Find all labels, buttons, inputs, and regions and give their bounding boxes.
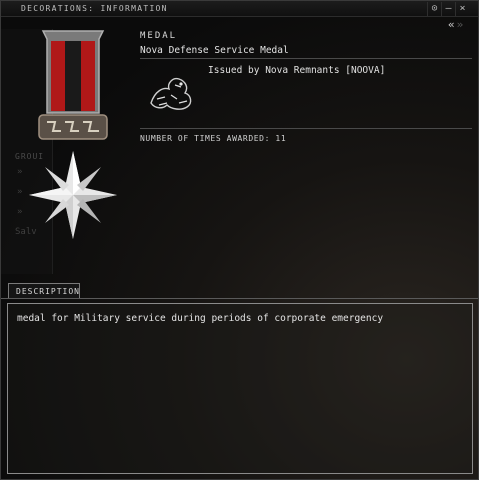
title-bar[interactable]: DECORATIONS: INFORMATION ⊙ – × xyxy=(1,1,478,17)
issuer-link[interactable]: Issued by Nova Remnants [NOOVA] xyxy=(208,65,385,76)
times-awarded: NUMBER OF TIMES AWARDED: 11 xyxy=(140,134,287,143)
description-panel: medal for Military service during period… xyxy=(7,303,473,474)
forward-arrow-icon[interactable]: » xyxy=(457,18,464,31)
divider xyxy=(140,128,472,129)
description-text: medal for Military service during period… xyxy=(17,313,384,324)
back-arrow-icon[interactable]: « xyxy=(448,18,455,31)
background-chevron-icon: » xyxy=(17,187,23,197)
corporation-dragon-logo[interactable] xyxy=(145,73,197,113)
close-icon[interactable]: × xyxy=(455,2,469,16)
options-icon[interactable]: ⊙ xyxy=(427,2,441,16)
tab-divider xyxy=(1,298,478,299)
background-chevron-icon: » xyxy=(17,207,23,217)
decoration-type-heading: MEDAL xyxy=(140,31,178,41)
window-title: DECORATIONS: INFORMATION xyxy=(21,4,168,13)
minimize-icon[interactable]: – xyxy=(441,2,455,16)
tab-description[interactable]: DESCRIPTION xyxy=(8,283,80,299)
history-nav: «» xyxy=(448,18,463,31)
medal-name: Nova Defense Service Medal xyxy=(140,45,289,56)
medal-ribbon-icon xyxy=(38,30,108,140)
divider xyxy=(140,58,472,59)
background-chevron-icon: » xyxy=(17,167,23,177)
star-medal-icon xyxy=(29,151,117,239)
info-window: DECORATIONS: INFORMATION ⊙ – × «» GROUI … xyxy=(0,0,479,480)
